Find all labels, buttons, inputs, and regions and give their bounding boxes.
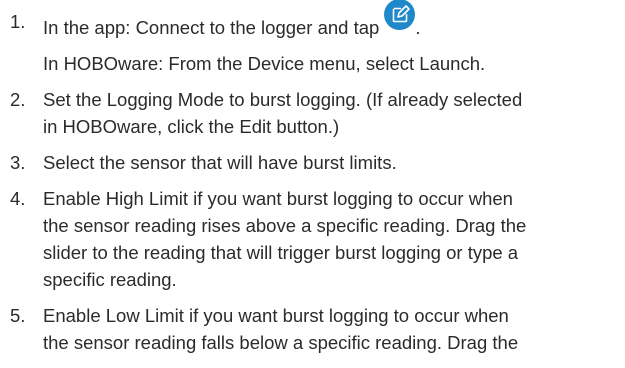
instruction-list: 1. In the app: Connect to the logger and…	[10, 0, 622, 356]
step-4-line-4: specific reading.	[43, 269, 177, 290]
step-5: 5. Enable Low Limit if you want burst lo…	[10, 302, 622, 356]
step-1-text: In the app: Connect to the logger and ta…	[43, 17, 380, 38]
step-4-line-1: Enable High Limit if you want burst logg…	[43, 188, 513, 209]
step-5-line-1: Enable Low Limit if you want burst loggi…	[43, 305, 509, 326]
edit-icon	[384, 0, 416, 30]
step-number: 5.	[10, 305, 26, 326]
step-5-line-2: the sensor reading falls below a specifi…	[43, 332, 519, 353]
step-4-line-2: the sensor reading rises above a specifi…	[43, 215, 527, 236]
step-1: 1. In the app: Connect to the logger and…	[10, 0, 622, 77]
step-3-line-1: Select the sensor that will have burst l…	[43, 152, 397, 173]
step-1-subline: In HOBOware: From the Device menu, selec…	[43, 53, 486, 74]
step-4: 4. Enable High Limit if you want burst l…	[10, 185, 622, 293]
step-2-line-2: in HOBOware, click the Edit button.)	[43, 116, 340, 137]
step-2: 2. Set the Logging Mode to burst logging…	[10, 86, 622, 140]
step-number: 2.	[10, 89, 26, 110]
step-4-line-3: slider to the reading that will trigger …	[43, 242, 519, 263]
step-number: 3.	[10, 152, 26, 173]
step-3: 3. Select the sensor that will have burs…	[10, 149, 622, 176]
step-number: 1.	[10, 11, 26, 32]
step-1-period: .	[415, 17, 421, 38]
step-2-line-1: Set the Logging Mode to burst logging. (…	[43, 89, 523, 110]
step-number: 4.	[10, 188, 26, 209]
step-1-line: In the app: Connect to the logger and ta…	[43, 0, 622, 41]
